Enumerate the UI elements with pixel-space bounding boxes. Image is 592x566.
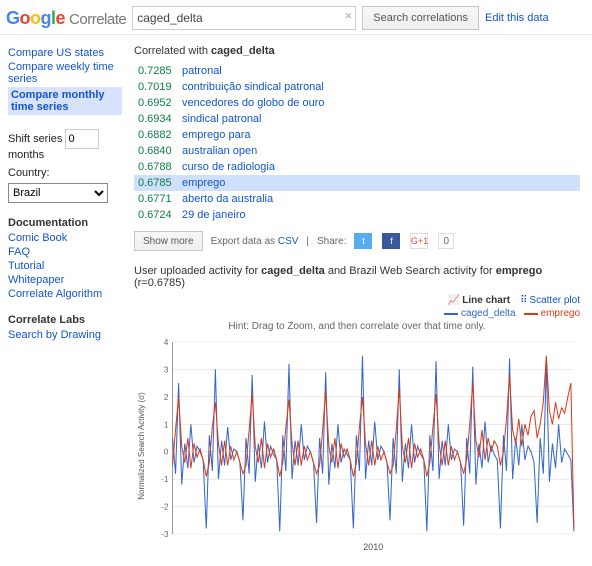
chart-hint: Hint: Drag to Zoom, and then correlate o… (134, 321, 580, 332)
svg-text:2: 2 (164, 393, 169, 402)
corr-score: 0.6952 (138, 97, 176, 109)
share-label: Share: (317, 236, 346, 247)
corr-score: 0.6840 (138, 145, 176, 157)
share-count: 0 (438, 233, 454, 249)
shift-series-row: Shift series months (8, 129, 122, 161)
corr-term-link[interactable]: vencedores do globo de ouro (182, 97, 325, 109)
corr-score: 0.6882 (138, 129, 176, 141)
nav-us-states[interactable]: Compare US states (8, 47, 122, 59)
edit-data-link[interactable]: Edit this data (485, 12, 549, 24)
clear-search-icon[interactable]: × (345, 8, 353, 23)
svg-text:-1: -1 (161, 475, 169, 484)
search-button[interactable]: Search correlations (362, 6, 479, 30)
corr-score: 0.7019 (138, 81, 176, 93)
svg-text:3: 3 (164, 365, 169, 374)
corr-row[interactable]: 0.6934 sindical patronal (134, 111, 580, 127)
header-bar: Google Correlate × Search correlations E… (0, 0, 592, 35)
corr-row[interactable]: 0.6771 aberto da australia (134, 191, 580, 207)
corr-term-link[interactable]: 29 de janeiro (182, 209, 246, 221)
shift-series-input[interactable] (65, 129, 99, 149)
legend-series-1: caged_delta (444, 308, 516, 319)
doc-comic[interactable]: Comic Book (8, 232, 122, 244)
search-wrap: × (132, 6, 356, 30)
corr-term-link[interactable]: emprego para (182, 129, 251, 141)
labs-drawing[interactable]: Search by Drawing (8, 329, 122, 341)
google-correlate-logo: Google Correlate (6, 8, 126, 29)
corr-score: 0.6934 (138, 113, 176, 125)
svg-text:1: 1 (164, 420, 169, 429)
svg-text:0: 0 (164, 448, 169, 457)
corr-score: 0.6771 (138, 193, 176, 205)
scatter-plot-icon: ⠿ (520, 295, 527, 306)
doc-faq[interactable]: FAQ (8, 246, 122, 258)
corr-score: 0.7285 (138, 65, 176, 77)
nav-monthly-active[interactable]: Compare monthly time series (8, 87, 122, 115)
line-chart-icon: 📈 (448, 295, 460, 306)
view-scatter-plot[interactable]: ⠿Scatter plot (520, 295, 580, 306)
corr-term-link[interactable]: australian open (182, 145, 257, 157)
chart-view-switch: 📈Line chart ⠿Scatter plot (134, 295, 580, 306)
svg-text:4: 4 (164, 338, 169, 347)
chart-area[interactable]: -3 -2 -1 0 1 2 3 4 Normalized Search Activity (σ… (134, 336, 580, 556)
list-toolbar: Show more Export data as CSV | Share: t … (134, 231, 580, 251)
corr-term-link[interactable]: contribuição sindical patronal (182, 81, 324, 93)
search-input[interactable] (132, 6, 356, 30)
country-label: Country: (8, 167, 122, 179)
corr-row[interactable]: 0.6840 australian open (134, 143, 580, 159)
nav-weekly[interactable]: Compare weekly time series (8, 61, 122, 85)
docs-heading: Documentation (8, 217, 122, 229)
shift-label-a: Shift series (8, 133, 62, 145)
corr-term-link[interactable]: emprego (182, 177, 225, 189)
main-content: Correlated with caged_delta 0.7285 patron… (128, 35, 592, 566)
corr-row[interactable]: 0.6724 29 de janeiro (134, 207, 580, 223)
gplus-icon[interactable]: G+1 (410, 233, 428, 249)
corr-heading: Correlated with caged_delta (134, 45, 580, 57)
doc-whitepaper[interactable]: Whitepaper (8, 274, 122, 286)
corr-term-link[interactable]: patronal (182, 65, 222, 77)
doc-algo[interactable]: Correlate Algorithm (8, 288, 122, 300)
shift-label-b: months (8, 149, 44, 161)
twitter-icon[interactable]: t (354, 233, 372, 249)
corr-row[interactable]: 0.6952 vencedores do globo de ouro (134, 95, 580, 111)
chart-description: User uploaded activity for caged_delta a… (134, 265, 580, 289)
legend-series-2: emprego (524, 308, 580, 319)
chart-legend: caged_delta emprego (134, 308, 580, 319)
svg-text:-3: -3 (161, 530, 169, 539)
corr-row[interactable]: 0.6785 emprego (134, 175, 580, 191)
export-label: Export data as CSV (211, 236, 299, 247)
corr-term-link[interactable]: curso de radiologia (182, 161, 275, 173)
doc-tutorial[interactable]: Tutorial (8, 260, 122, 272)
sidebar: Compare US states Compare weekly time se… (0, 35, 128, 566)
facebook-icon[interactable]: f (382, 233, 400, 249)
country-select[interactable]: Brazil (8, 183, 108, 203)
corr-row[interactable]: 0.7019 contribuição sindical patronal (134, 79, 580, 95)
corr-term-link[interactable]: aberto da australia (182, 193, 273, 205)
corr-row[interactable]: 0.6788 curso de radiologia (134, 159, 580, 175)
svg-text:2010: 2010 (363, 542, 383, 552)
export-csv-link[interactable]: CSV (278, 236, 299, 247)
show-more-button[interactable]: Show more (134, 231, 203, 251)
svg-text:Normalized Search Activity (σ): Normalized Search Activity (σ) (137, 392, 146, 500)
corr-score: 0.6724 (138, 209, 176, 221)
corr-row[interactable]: 0.7285 patronal (134, 63, 580, 79)
corr-term-link[interactable]: sindical patronal (182, 113, 262, 125)
view-line-chart[interactable]: 📈Line chart (448, 295, 510, 306)
corr-score: 0.6785 (138, 177, 176, 189)
svg-text:-2: -2 (161, 503, 169, 512)
labs-heading: Correlate Labs (8, 314, 122, 326)
corr-row[interactable]: 0.6882 emprego para (134, 127, 580, 143)
corr-list: 0.7285 patronal 0.7019 contribuição sindica… (134, 63, 580, 223)
corr-score: 0.6788 (138, 161, 176, 173)
